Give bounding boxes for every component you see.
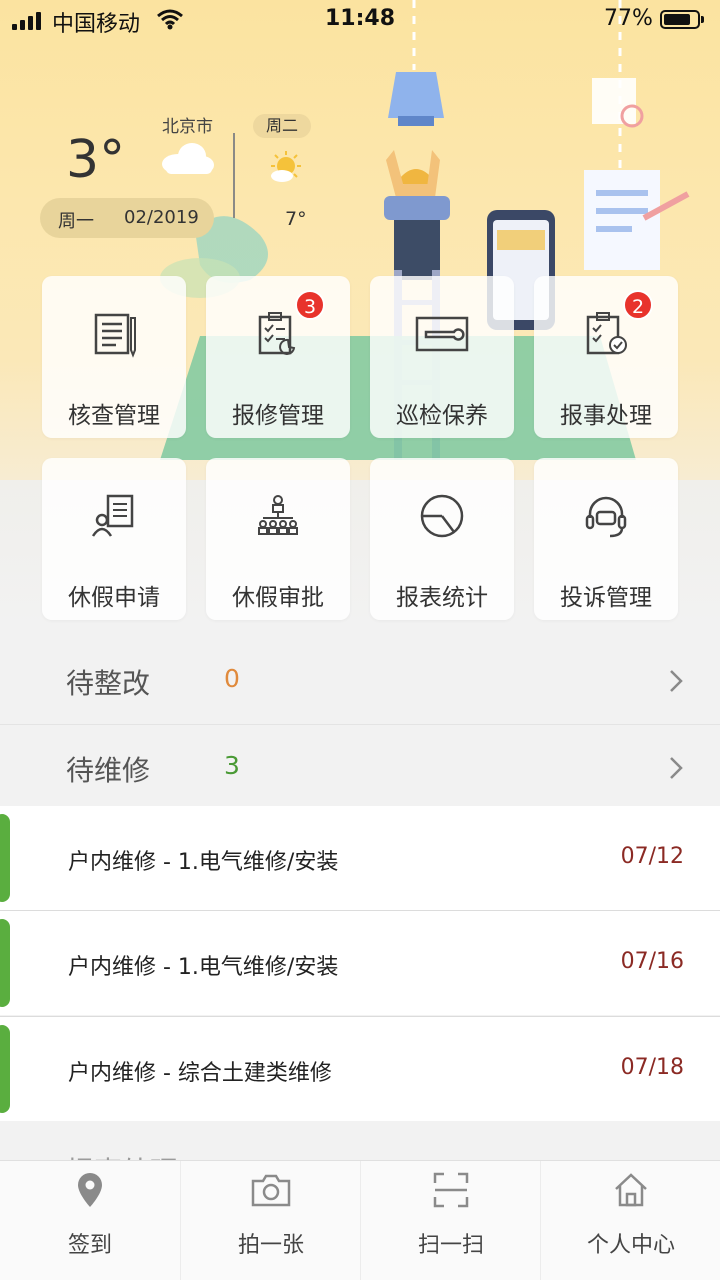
next-day-pill: 周二 — [253, 114, 311, 138]
date: 02/2019 — [124, 207, 199, 228]
battery-icon — [660, 10, 704, 29]
tab-label: 个人中心 — [586, 1233, 675, 1258]
tab-label: 拍一张 — [237, 1233, 304, 1258]
cloud-icon — [162, 143, 214, 174]
tab-profile[interactable]: 个人中心 — [540, 1161, 720, 1280]
list-item-title: 户内维修 - 综合土建类维修 — [68, 1061, 332, 1086]
checklist-check-icon — [586, 312, 627, 355]
tab-photo[interactable]: 拍一张 — [180, 1161, 360, 1280]
next-temperature: 7° — [285, 208, 307, 230]
battery-percent: 77% — [604, 6, 653, 31]
status-bar: 中国移动 11:48 77% — [0, 0, 720, 40]
document-icon — [94, 313, 136, 358]
current-temperature: 3° — [66, 130, 126, 190]
list-item[interactable]: 户内维修 - 1.电气维修/安装 07/16 — [0, 911, 720, 1015]
pie-chart-icon — [420, 494, 464, 538]
grid-item-label: 休假审批 — [232, 585, 324, 611]
list-item[interactable]: 户内维修 - 综合土建类维修 07/18 — [0, 1017, 720, 1121]
pending-repair-label: 待维修 — [66, 754, 151, 787]
list-item-title: 户内维修 - 1.电气维修/安装 — [68, 850, 339, 875]
weekday: 周一 — [58, 211, 94, 232]
grid-item-label: 休假申请 — [68, 585, 160, 611]
pending-repair-row[interactable]: 待维修 3 — [0, 725, 720, 811]
weather-divider — [233, 133, 235, 218]
notification-badge: 3 — [295, 290, 325, 320]
status-accent-bar — [0, 814, 10, 902]
grid-item-complaints[interactable]: 投诉管理 — [534, 458, 678, 620]
grid-item-label: 巡检保养 — [396, 403, 488, 429]
grid-item-label: 报表统计 — [396, 585, 488, 611]
camera-icon — [251, 1174, 291, 1207]
grid-item-label: 报修管理 — [232, 403, 324, 429]
pending-rectify-row[interactable]: 待整改 0 — [0, 638, 720, 724]
pending-repair-count: 3 — [224, 751, 240, 780]
sun-cloud-icon — [271, 151, 301, 182]
grid-item-leave-request[interactable]: 休假申请 — [42, 458, 186, 620]
grid-item-reports[interactable]: 报表统计 — [370, 458, 514, 620]
notification-badge: 2 — [623, 290, 653, 320]
grid-item-repair[interactable]: 3 报修管理 — [206, 276, 350, 438]
org-chart-icon — [258, 495, 298, 535]
grid-item-maintenance[interactable]: 巡检保养 — [370, 276, 514, 438]
city-name: 北京市 — [162, 117, 213, 137]
grid-item-inspection[interactable]: 核查管理 — [42, 276, 186, 438]
grid-item-incident[interactable]: 2 报事处理 — [534, 276, 678, 438]
chevron-right-icon — [670, 670, 683, 692]
scan-icon — [433, 1172, 469, 1208]
tab-label: 扫一扫 — [417, 1233, 484, 1258]
list-item-date: 07/16 — [620, 949, 684, 974]
pending-rectify-label: 待整改 — [66, 667, 151, 700]
home-icon — [615, 1173, 647, 1207]
wrench-icon — [415, 316, 469, 352]
location-pin-icon — [78, 1173, 102, 1207]
grid-item-label: 投诉管理 — [560, 585, 652, 611]
tab-check-in[interactable]: 签到 — [0, 1161, 180, 1280]
grid-item-leave-approval[interactable]: 休假审批 — [206, 458, 350, 620]
list-item-date: 07/12 — [620, 844, 684, 869]
repair-checklist-icon — [258, 312, 296, 355]
chevron-right-icon — [670, 757, 683, 779]
tab-label: 签到 — [67, 1233, 112, 1258]
pending-rectify-count: 0 — [224, 664, 240, 693]
date-pill: 周一 02/2019 — [40, 198, 214, 238]
leave-request-icon — [91, 494, 134, 537]
grid-item-label: 报事处理 — [560, 403, 652, 429]
grid-item-label: 核查管理 — [68, 403, 160, 429]
status-accent-bar — [0, 1025, 10, 1113]
tab-bar: 签到 拍一张 扫一扫 个人中心 — [0, 1160, 720, 1280]
list-item[interactable]: 户内维修 - 1.电气维修/安装 07/12 — [0, 806, 720, 910]
status-accent-bar — [0, 919, 10, 1007]
headset-icon — [585, 496, 627, 538]
list-item-title: 户内维修 - 1.电气维修/安装 — [68, 955, 339, 980]
tab-scan[interactable]: 扫一扫 — [360, 1161, 540, 1280]
list-item-date: 07/18 — [620, 1055, 684, 1080]
